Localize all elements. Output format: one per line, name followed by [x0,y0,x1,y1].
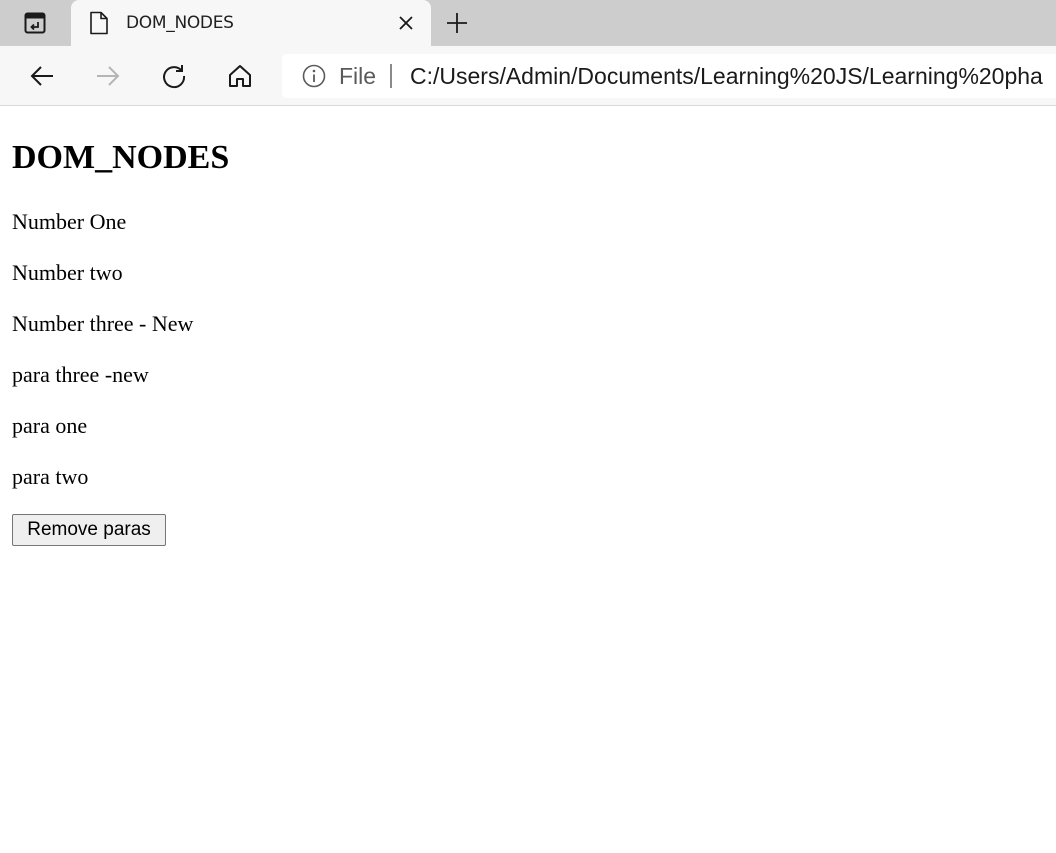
tab-strip: DOM_NODES [0,0,1056,46]
address-scheme-label: File [339,63,377,89]
page-heading: DOM_NODES [12,139,230,176]
close-tab-button[interactable] [395,12,417,34]
address-url[interactable]: C:/Users/Admin/Documents/Learning%20JS/L… [410,63,1043,90]
paragraph: para one [12,413,88,438]
new-tab-button[interactable] [440,7,474,39]
forward-arrow-icon [97,66,120,86]
tab-dom-nodes[interactable]: DOM_NODES [71,0,431,46]
address-separator [390,64,392,88]
refresh-button[interactable] [154,57,194,95]
forward-button[interactable] [88,57,128,95]
close-icon [399,16,413,30]
remove-paras-button[interactable]: Remove paras [12,514,166,546]
page-icon [90,11,108,35]
paragraph: Number One [12,209,127,234]
tab-actions-button[interactable] [0,0,70,46]
browser-toolbar: File C:/Users/Admin/Documents/Learning%2… [0,46,1056,106]
home-button[interactable] [220,57,260,95]
tab-title: DOM_NODES [126,13,234,33]
paragraph: Number two [12,260,123,285]
back-button[interactable] [22,57,62,95]
back-arrow-icon [30,66,53,86]
info-icon[interactable] [302,64,326,88]
paragraph: para three -new [12,362,149,387]
paragraph: para two [12,464,89,489]
refresh-icon [163,65,186,89]
tab-actions-icon [24,12,46,34]
home-icon [229,65,251,87]
paragraph: Number three - New [12,311,194,336]
plus-icon [447,13,467,33]
address-bar[interactable]: File C:/Users/Admin/Documents/Learning%2… [282,54,1056,98]
page-content: DOM_NODES Number One Number two Number t… [0,106,1056,853]
